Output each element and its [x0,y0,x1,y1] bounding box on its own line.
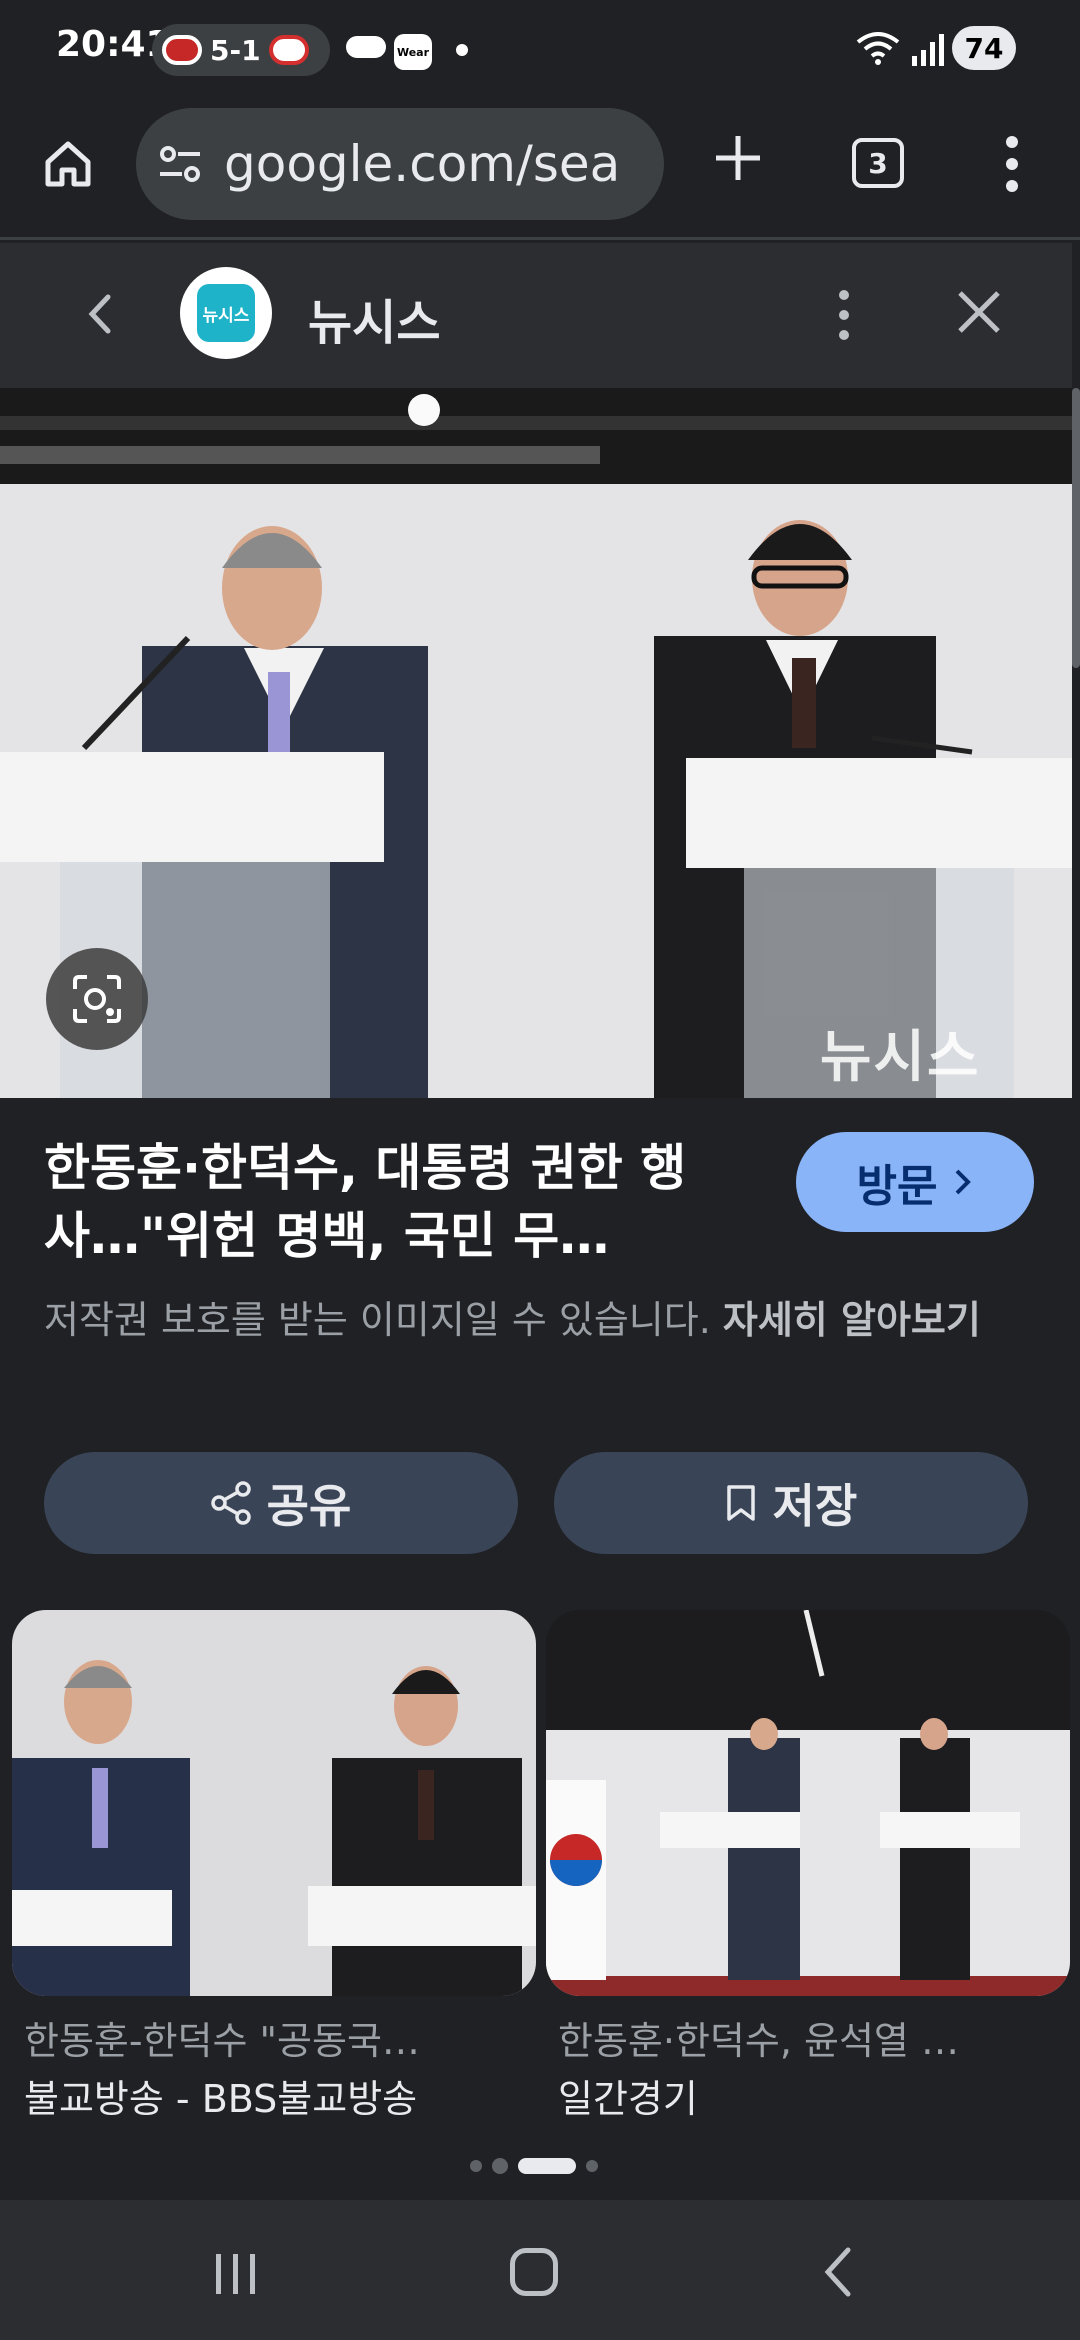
score-text: 5-1 [210,33,261,67]
battery-icon: 74 [952,26,1016,70]
tab-switcher-button[interactable]: 3 [852,138,904,188]
image-watermark: 뉴시스 [820,1025,981,1090]
related-thumbnail[interactable] [546,1610,1070,1996]
chevron-right-icon [956,1169,972,1195]
related-thumbnail[interactable] [12,1610,536,1996]
wifi-icon [856,32,900,65]
related-photo [546,1610,1070,1996]
address-bar[interactable]: google.com/sea [136,108,664,220]
camera-lens-icon [73,975,121,1023]
recent-apps-icon[interactable] [212,2252,260,2296]
status-bar: 20:41 5-1 Wear 74 [0,0,1080,100]
related-title[interactable]: 한동훈·한덕수, 윤석열 … [558,2010,1058,2065]
new-tab-icon[interactable] [710,130,766,186]
more-menu-icon[interactable] [1000,134,1024,194]
carousel-dot [492,2158,508,2174]
result-details: 한동훈·한덕수, 대통령 권한 행사…"위헌 명백, 국민 무… 방문 저작권 … [0,1098,1072,1598]
team-logo-icon [268,35,309,65]
related-title[interactable]: 한동훈-한덕수 "공동국… [24,2010,524,2065]
close-icon[interactable] [954,287,1004,337]
carousel-indicator [470,2158,598,2174]
back-icon[interactable] [820,2246,856,2298]
source-logo-text: 뉴시스 [197,284,255,342]
save-button[interactable]: 저장 [554,1452,1028,1554]
score-notification: 5-1 [152,24,330,76]
site-settings-icon[interactable] [156,140,204,188]
share-icon [210,1481,251,1525]
related-result-card[interactable]: 한동훈-한덕수 "공동국… 불교방송 - BBS불교방송 [12,1610,536,2130]
related-source: 일간경기 [558,2077,698,2121]
related-photo [12,1610,536,1996]
scrollbar-thumb[interactable] [1072,388,1080,668]
press-conference-photo [0,388,1072,1098]
carousel-dot [470,2160,482,2172]
share-label: 공유 [266,1479,352,1533]
headline[interactable]: 한동훈·한덕수, 대통령 권한 행사…"위헌 명백, 국민 무… [44,1134,764,1270]
learn-more-link[interactable]: 자세히 알아보기 [723,1298,981,1342]
wear-icon: Wear [394,34,432,70]
visit-button[interactable]: 방문 [796,1132,1034,1232]
source-logo: 뉴시스 [180,267,272,359]
related-result-card[interactable]: 한동훈·한덕수, 윤석열 … 일간경기 [546,1610,1070,2130]
url-text[interactable]: google.com/sea [224,135,620,193]
copyright-text: 저작권 보호를 받는 이미지일 수 있습니다. [44,1298,723,1342]
cloud-icon [346,36,386,58]
main-image[interactable]: 뉴시스 [0,388,1072,1098]
notification-dot-icon [456,44,468,56]
share-button[interactable]: 공유 [44,1452,518,1554]
source-header: 뉴시스 뉴시스 [0,243,1072,388]
system-nav-bar [0,2200,1080,2340]
source-name: 뉴시스 [308,295,441,351]
carousel-dot-active [518,2158,576,2174]
home-button-icon[interactable] [510,2248,558,2296]
home-icon[interactable] [40,136,96,192]
team-logo-icon [162,35,202,65]
more-options-icon[interactable] [832,287,856,343]
bookmark-icon [726,1485,755,1521]
save-label: 저장 [772,1479,858,1533]
copyright-notice: 저작권 보호를 받는 이미지일 수 있습니다. 자세히 알아보기 [44,1292,1044,1348]
signal-icon [912,34,944,66]
chevron-left-icon[interactable] [80,289,120,339]
lens-search-button[interactable] [46,948,148,1050]
carousel-dot [586,2160,598,2172]
browser-toolbar: google.com/sea 3 [0,100,1080,240]
visit-button-label: 방문 [856,1161,938,1212]
related-source: 불교방송 - BBS불교방송 [24,2077,418,2121]
